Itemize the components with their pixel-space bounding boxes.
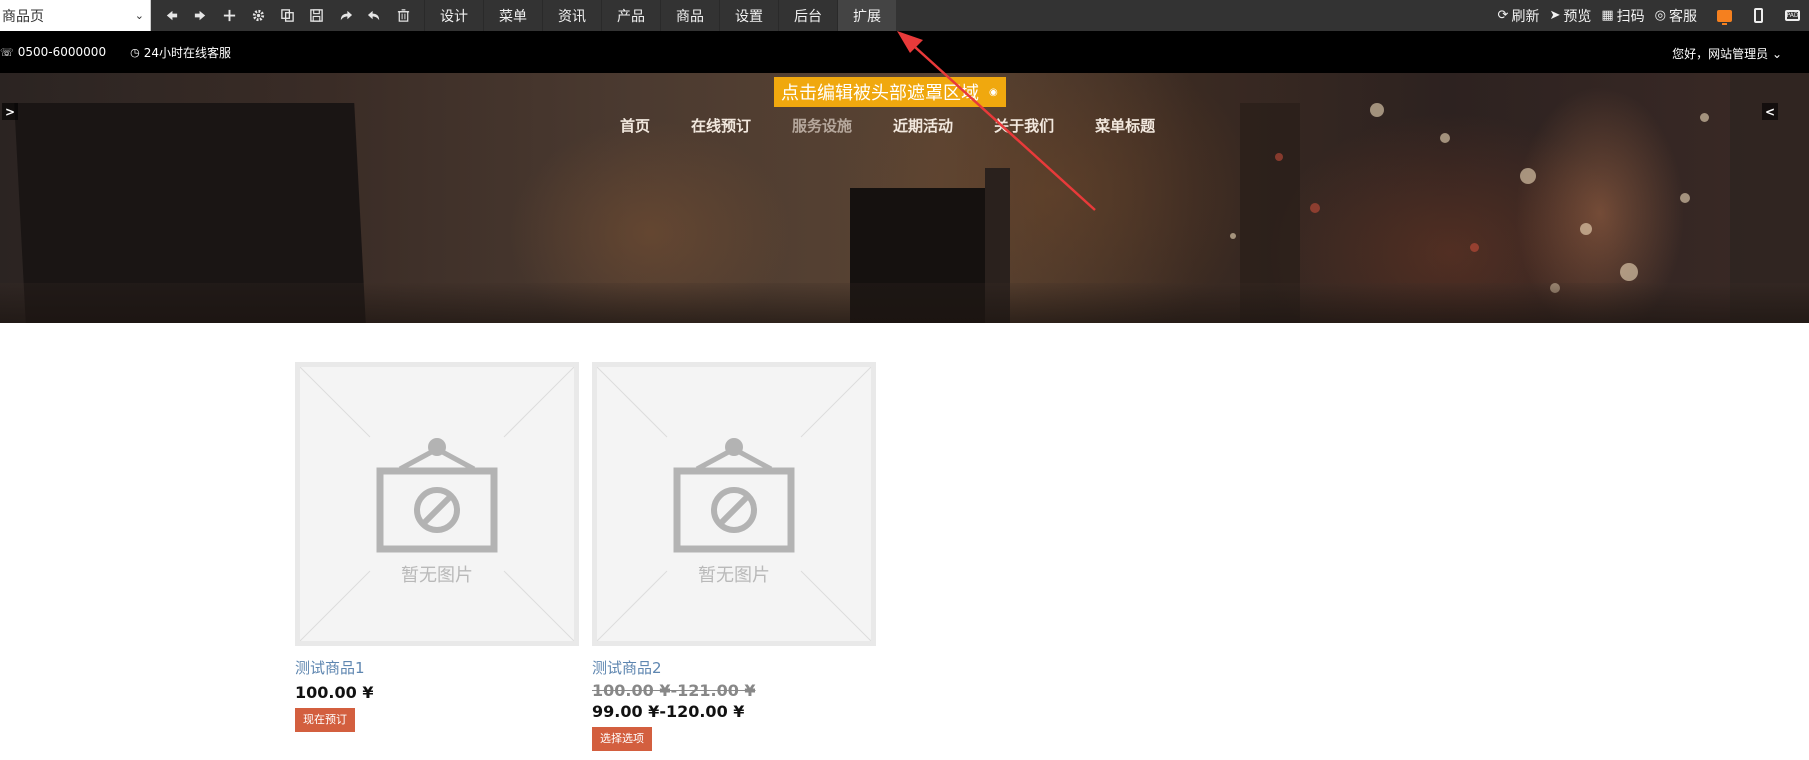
copy-icon[interactable] [273, 0, 302, 31]
phone-info: ☏ 0500-6000000 [0, 45, 106, 59]
scan-button[interactable]: ▦ 扫码 [1601, 6, 1644, 26]
trash-icon[interactable] [389, 0, 418, 31]
chevron-down-icon: ⌄ [134, 9, 144, 22]
service-button[interactable]: ◎ 客服 [1655, 6, 1697, 26]
banner-next-arrow[interactable]: < [1762, 103, 1778, 120]
tab-extensions[interactable]: 扩展 [837, 0, 896, 31]
nav-item-menu-title[interactable]: 菜单标题 [1095, 115, 1155, 136]
chevron-down-icon: ⌄ [1771, 47, 1782, 61]
eye-icon: ◉ [989, 86, 998, 98]
no-image-text: 暂无图片 [401, 565, 473, 586]
product-original-price: 100.00 ¥-121.00 ¥ [592, 681, 756, 700]
pad-label: PAD [1784, 10, 1800, 21]
product-card: 暂无图片 测试商品1 100.00 ¥ 现在预订 [295, 362, 579, 732]
nav-item-booking[interactable]: 在线预订 [691, 115, 751, 136]
nav-item-about[interactable]: 关于我们 [994, 115, 1054, 136]
lifebuoy-icon: ◎ [1654, 8, 1666, 23]
select-options-button[interactable]: 选择选项 [592, 727, 652, 751]
tab-goods[interactable]: 商品 [660, 0, 719, 31]
nav-item-home[interactable]: 首页 [620, 115, 650, 136]
tab-menu[interactable]: 菜单 [483, 0, 542, 31]
banner-prev-arrow[interactable]: > [2, 103, 18, 120]
service-hours-text: 24小时在线客服 [143, 45, 231, 60]
undo-icon[interactable] [360, 0, 389, 31]
preview-label: 预览 [1563, 8, 1592, 25]
nav-item-events[interactable]: 近期活动 [893, 115, 953, 136]
redo-icon[interactable] [331, 0, 360, 31]
arrow-left-icon[interactable] [157, 0, 186, 31]
service-label: 客服 [1669, 8, 1697, 25]
nav-item-facilities[interactable]: 服务设施 [792, 115, 852, 136]
menu-tabs: 设计 菜单 资讯 产品 商品 设置 后台 扩展 [424, 0, 896, 31]
tab-design[interactable]: 设计 [424, 0, 483, 31]
product-image-placeholder[interactable]: 暂无图片 [592, 362, 876, 646]
tab-news[interactable]: 资讯 [542, 0, 601, 31]
no-image-icon [300, 367, 574, 641]
mobile-view-icon[interactable] [1741, 0, 1775, 31]
qrcode-icon: ▦ [1601, 8, 1614, 23]
phone-number: 0500-6000000 [17, 45, 107, 59]
tab-products[interactable]: 产品 [601, 0, 660, 31]
user-greeting-dropdown[interactable]: 您好，网站管理员 ⌄ [1672, 45, 1782, 62]
edit-header-mask-button[interactable]: 点击编辑被头部遮罩区域 ◉ [774, 77, 1006, 107]
save-icon[interactable] [302, 0, 331, 31]
gear-icon[interactable] [244, 0, 273, 31]
paper-plane-icon: ➤ [1549, 8, 1561, 23]
tab-settings[interactable]: 设置 [719, 0, 778, 31]
tool-icon-group [151, 0, 418, 31]
product-price: 99.00 ¥-120.00 ¥ [592, 702, 745, 721]
service-hours-info: ◷ 24小时在线客服 [130, 44, 231, 61]
preview-button[interactable]: ➤ 预览 [1549, 6, 1591, 26]
arrow-right-icon[interactable] [186, 0, 215, 31]
right-tool-group: ⟳ 刷新 ➤ 预览 ▦ 扫码 ◎ 客服 PAD [1498, 0, 1809, 31]
page-select-value: 商品页 [2, 8, 44, 25]
product-card: 暂无图片 测试商品2 100.00 ¥-121.00 ¥ 99.00 ¥-120… [592, 362, 876, 751]
scan-label: 扫码 [1616, 8, 1645, 25]
refresh-icon: ⟳ [1497, 8, 1509, 23]
site-info-bar: ☏ 0500-6000000 ◷ 24小时在线客服 您好，网站管理员 ⌄ [0, 31, 1809, 73]
desktop-view-icon[interactable] [1707, 0, 1741, 31]
tab-backend[interactable]: 后台 [778, 0, 837, 31]
clock-icon: ◷ [130, 45, 140, 59]
no-image-text: 暂无图片 [698, 565, 770, 586]
product-name-link[interactable]: 测试商品1 [295, 657, 579, 678]
pad-view-icon[interactable]: PAD [1775, 0, 1809, 31]
product-image-placeholder[interactable]: 暂无图片 [295, 362, 579, 646]
editor-toolbar: 商品页 ⌄ 设计 菜单 资讯 产品 商品 设置 后台 扩展 ⟳ 刷新 ➤ 预览 … [0, 0, 1809, 31]
no-image-icon [597, 367, 871, 641]
phone-icon: ☏ [0, 45, 14, 59]
book-now-button[interactable]: 现在预订 [295, 708, 355, 732]
refresh-button[interactable]: ⟳ 刷新 [1498, 6, 1540, 26]
site-nav: 首页 在线预订 服务设施 近期活动 关于我们 菜单标题 [620, 115, 1196, 136]
header-banner[interactable]: > < [0, 73, 1809, 323]
page-select[interactable]: 商品页 ⌄ [0, 0, 151, 31]
product-name-link[interactable]: 测试商品2 [592, 657, 876, 678]
product-price: 100.00 ¥ [295, 683, 374, 702]
edit-mask-label-text: 点击编辑被头部遮罩区域 [781, 83, 979, 104]
refresh-label: 刷新 [1511, 8, 1540, 25]
greeting-text: 您好，网站管理员 [1672, 47, 1769, 61]
plus-icon[interactable] [215, 0, 244, 31]
